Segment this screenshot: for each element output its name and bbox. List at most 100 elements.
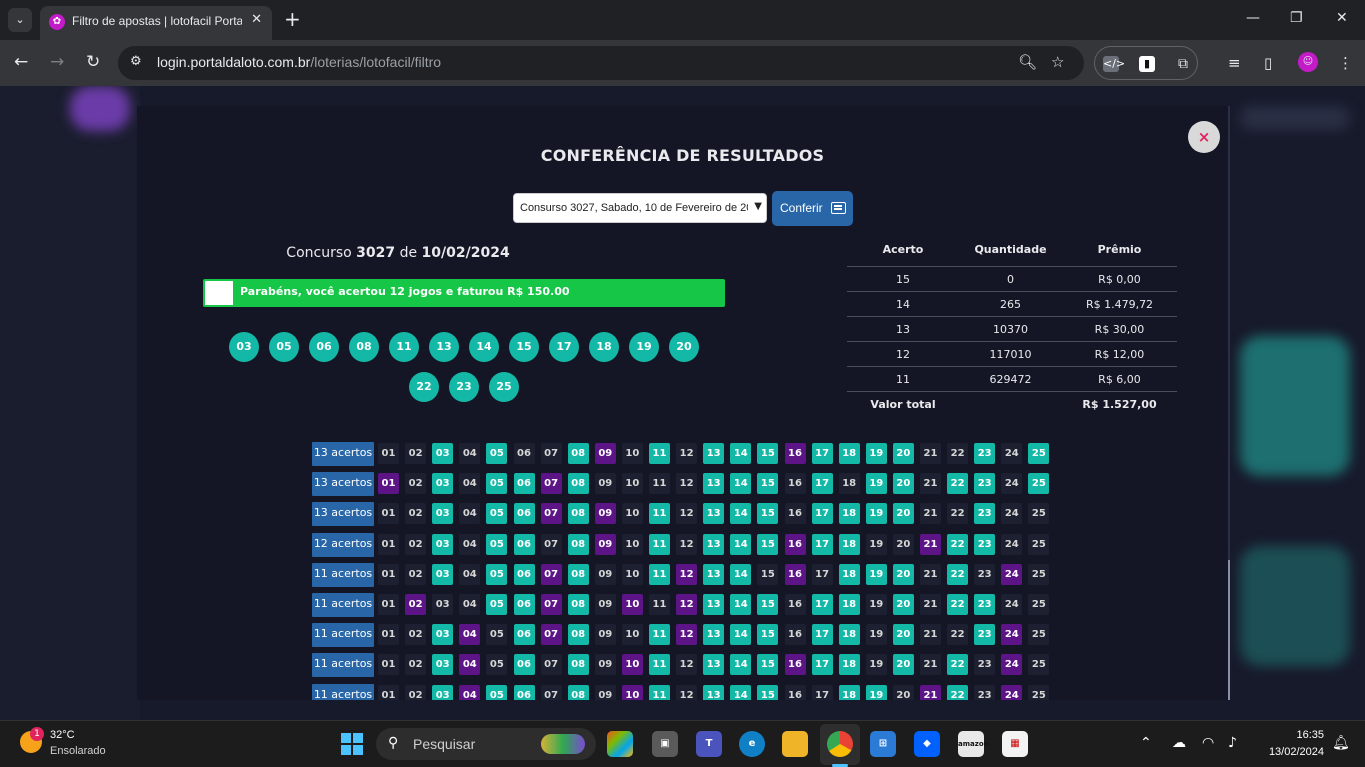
restore-icon[interactable]: ❐	[1290, 10, 1303, 26]
wifi-icon[interactable]: ◠	[1202, 735, 1214, 751]
calendar-app-icon[interactable]: ▦	[1002, 731, 1028, 757]
store-icon[interactable]: ⊞	[870, 731, 896, 757]
game-number-miss: 18	[838, 473, 860, 495]
weather-temperature[interactable]: 32°C	[50, 729, 75, 741]
game-number-hit: 22	[947, 594, 969, 615]
acertos-badge: 11 acertos	[312, 593, 374, 617]
task-view-icon[interactable]: ▣	[652, 731, 678, 757]
game-number-hit: 22	[947, 684, 969, 700]
volume-icon[interactable]: ♪	[1228, 735, 1237, 751]
active-tab[interactable]: ✿ Filtro de apostas | lotofacil Portal d…	[40, 6, 272, 40]
game-number-extra: 07	[540, 624, 562, 646]
game-number-miss: 22	[947, 624, 969, 646]
game-number-hit: 15	[757, 654, 779, 676]
tab-strip: ⌄ ✿ Filtro de apostas | lotofacil Portal…	[0, 0, 1365, 40]
forward-icon[interactable]: →	[50, 52, 64, 72]
game-number-hit: 15	[757, 533, 779, 555]
show-hidden-icons[interactable]: ⌃	[1140, 735, 1152, 751]
close-window-icon[interactable]: ✕	[1336, 10, 1348, 26]
chrome-icon[interactable]	[827, 731, 853, 757]
side-panel-icon[interactable]: ▯	[1264, 54, 1272, 72]
edge-icon[interactable]: e	[739, 731, 765, 757]
url-text[interactable]: login.portaldaloto.com.br/loterias/lotof…	[157, 54, 441, 70]
twitch-extension-icon[interactable]: ▮	[1139, 56, 1155, 72]
reading-list-icon[interactable]: ≡	[1228, 54, 1241, 72]
copilot-icon[interactable]	[607, 731, 633, 757]
drawn-number-ball: 22	[409, 372, 439, 402]
profile-avatar[interactable]: ☺	[1298, 52, 1318, 72]
search-icon: ⚲	[388, 735, 399, 751]
game-number-hit: 14	[730, 594, 752, 615]
game-number-miss: 09	[594, 473, 616, 495]
extensions-puzzle-icon[interactable]: ⧉	[1175, 56, 1191, 72]
game-number-hit: 17	[811, 594, 833, 615]
tab-close-icon[interactable]: ✕	[251, 12, 262, 27]
game-number-miss: 07	[540, 684, 562, 700]
game-number-hit: 13	[703, 563, 725, 585]
game-number-hit: 05	[486, 563, 508, 585]
scrollbar-thumb[interactable]	[1228, 560, 1230, 700]
game-number-extra: 04	[459, 624, 481, 646]
cell-quantidade: 0	[1007, 273, 1014, 286]
game-number-miss: 19	[865, 594, 887, 615]
onedrive-icon[interactable]: ☁	[1172, 735, 1186, 751]
game-number-miss: 16	[784, 503, 806, 525]
game-number-miss: 20	[892, 684, 914, 700]
game-number-hit: 05	[486, 533, 508, 555]
game-number-hit: 03	[432, 503, 454, 525]
amazon-icon[interactable]: amazon	[958, 731, 989, 757]
game-number-hit: 15	[757, 473, 779, 495]
game-number-hit: 06	[513, 473, 535, 495]
game-number-hit: 17	[811, 533, 833, 555]
new-tab-button[interactable]: +	[284, 8, 301, 30]
game-number-miss: 21	[920, 654, 941, 676]
game-number-hit: 23	[974, 473, 996, 495]
dropbox-icon[interactable]: ◆	[914, 731, 940, 757]
game-number-extra: 10	[621, 654, 643, 676]
tab-search-button[interactable]: ⌄	[8, 8, 32, 32]
menu-kebab-icon[interactable]: ⋮	[1338, 54, 1353, 72]
contest-select[interactable]: Consurso 3027, Sabado, 10 de Fevereiro d…	[513, 193, 767, 223]
site-info-icon[interactable]: ⚙	[130, 54, 142, 69]
game-number-miss: 01	[378, 654, 399, 676]
game-number-hit: 13	[703, 624, 725, 646]
game-number-hit: 22	[947, 473, 969, 495]
clock-time[interactable]: 16:35	[1270, 729, 1324, 741]
game-number-hit: 03	[432, 533, 454, 555]
acertos-badge: 11 acertos	[312, 683, 374, 700]
drawn-number-ball: 03	[229, 332, 259, 362]
minimize-icon[interactable]: —	[1246, 10, 1260, 26]
zoom-icon[interactable]: 🔍︎	[1018, 53, 1037, 71]
windows-start-icon[interactable]	[341, 733, 363, 755]
game-number-extra: 10	[621, 594, 643, 615]
clock-date[interactable]: 13/02/2024	[1250, 746, 1324, 758]
drawn-number-ball: 05	[269, 332, 299, 362]
conferir-button[interactable]: Conferir	[772, 191, 853, 226]
bookmark-star-icon[interactable]: ☆	[1051, 53, 1064, 71]
contest-date: 10/02/2024	[421, 245, 510, 261]
game-number-hit: 23	[974, 533, 996, 555]
game-number-miss: 05	[486, 654, 508, 676]
taskbar-search[interactable]: ⚲ Pesquisar	[376, 728, 596, 760]
code-extension-icon[interactable]: </>	[1103, 56, 1125, 72]
file-explorer-icon[interactable]	[782, 731, 808, 757]
game-number-hit: 18	[838, 533, 860, 555]
contest-de: de	[399, 245, 418, 261]
weather-description[interactable]: Ensolarado	[50, 745, 106, 757]
reload-icon[interactable]: ↻	[86, 52, 100, 72]
game-number-miss: 02	[405, 533, 427, 555]
game-number-miss: 03	[432, 594, 454, 615]
game-number-extra: 12	[676, 594, 698, 615]
back-icon[interactable]: ←	[14, 52, 28, 72]
game-number-hit: 05	[486, 684, 508, 700]
game-number-hit: 13	[703, 654, 725, 676]
game-number-miss: 04	[459, 503, 481, 525]
teams-icon[interactable]: T	[696, 731, 722, 757]
notifications-bell-icon[interactable]: 🔔︎	[1332, 735, 1350, 751]
game-number-miss: 09	[594, 654, 616, 676]
drawn-number-ball: 14	[469, 332, 499, 362]
address-bar[interactable]: ⚙ login.portaldaloto.com.br/loterias/lot…	[118, 46, 1084, 80]
cell-premio: R$ 1.479,72	[1085, 298, 1154, 311]
game-number-hit: 08	[567, 473, 589, 495]
drawn-number-ball: 15	[509, 332, 539, 362]
